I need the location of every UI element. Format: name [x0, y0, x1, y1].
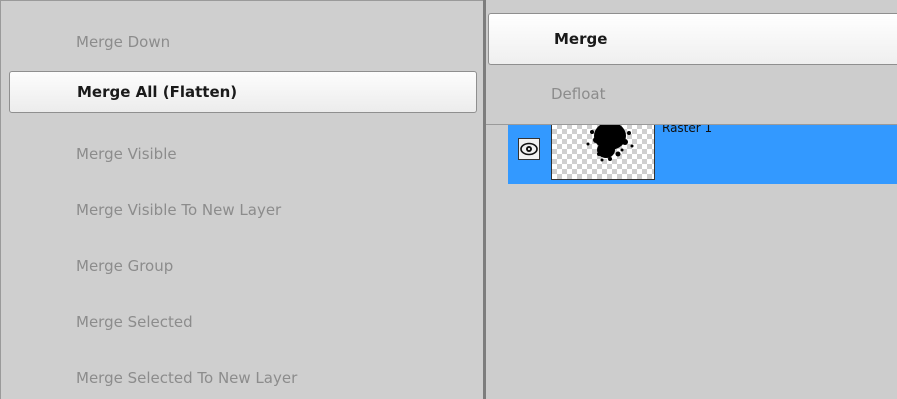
layer-context-popup: Merge Defloat: [486, 0, 897, 125]
popup-item-defloat[interactable]: Defloat: [486, 68, 897, 120]
menu-item-merge-selected[interactable]: Merge Selected: [9, 301, 477, 343]
merge-submenu: Merge Down Merge All (Flatten) Merge Vis…: [0, 0, 483, 399]
eye-icon[interactable]: [518, 138, 540, 160]
layer-thumbnail: [551, 123, 655, 180]
menu-item-merge-down[interactable]: Merge Down: [9, 21, 477, 63]
menu-item-merge-group[interactable]: Merge Group: [9, 245, 477, 287]
menu-item-merge-visible[interactable]: Merge Visible: [9, 133, 477, 175]
menu-item-merge-selected-to-new-layer[interactable]: Merge Selected To New Layer: [9, 357, 477, 399]
layer-row-selected[interactable]: Raster 1: [508, 121, 897, 184]
menu-item-merge-all-flatten[interactable]: Merge All (Flatten): [9, 71, 477, 113]
popup-item-merge[interactable]: Merge: [488, 13, 897, 65]
menu-item-merge-visible-to-new-layer[interactable]: Merge Visible To New Layer: [9, 189, 477, 231]
